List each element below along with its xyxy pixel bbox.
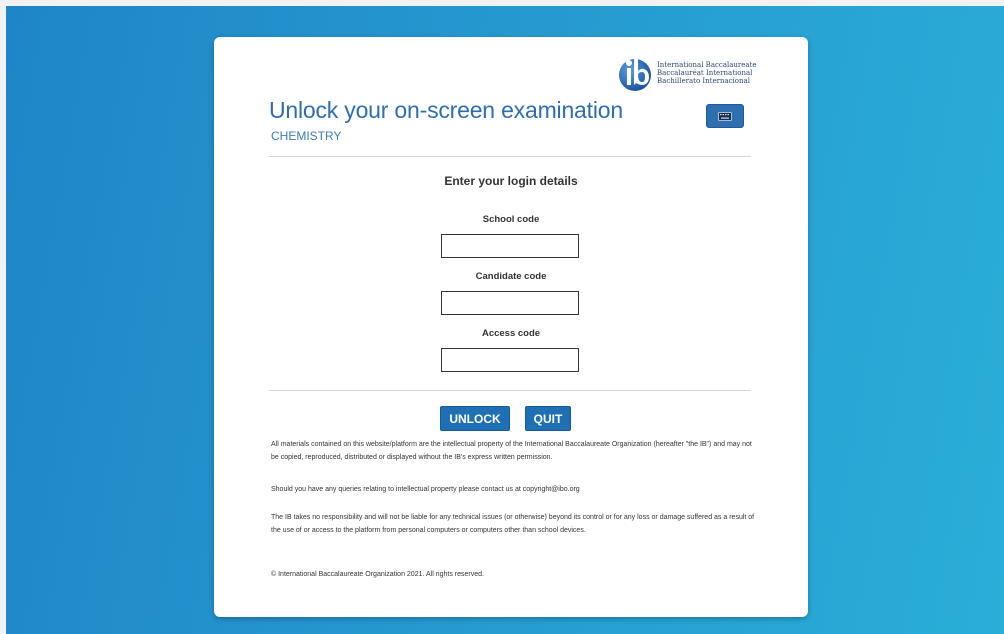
logo-line-1: International Baccalaureate — [657, 61, 757, 69]
login-heading: Enter your login details — [444, 174, 578, 188]
access-code-input[interactable] — [441, 348, 579, 372]
unlock-button[interactable]: UNLOCK — [440, 406, 510, 431]
copyright-notice: © International Baccalaureate Organizati… — [271, 571, 484, 578]
logo-line-3: Bachillerato Internacional — [657, 77, 750, 85]
ib-logo-text: International Baccalaureate Baccalauréat… — [657, 61, 757, 85]
school-code-label: School code — [482, 214, 540, 225]
keyboard-icon — [718, 111, 732, 121]
legal-paragraph-ip: All materials contained on this website/… — [271, 441, 752, 461]
access-code-label: Access code — [481, 328, 541, 339]
ib-logo: International Baccalaureate Baccalauréat… — [618, 55, 757, 97]
logo-line-2: Baccalauréat International — [657, 69, 753, 77]
legal-paragraph-liability: The IB takes no responsibility and will … — [271, 514, 755, 534]
candidate-code-input[interactable] — [441, 291, 579, 315]
keyboard-button[interactable] — [706, 104, 744, 128]
school-code-input[interactable] — [441, 234, 579, 258]
page-title: Unlock your on-screen examination — [269, 97, 623, 123]
quit-button[interactable]: QUIT — [525, 406, 571, 431]
header-divider — [269, 156, 751, 157]
ib-logo-icon — [619, 59, 651, 91]
subject-label: CHEMISTRY — [271, 129, 342, 143]
legal-paragraph-contact: Should you have any queries relating to … — [271, 486, 580, 493]
candidate-code-label: Candidate code — [475, 271, 547, 282]
login-card: International Baccalaureate Baccalauréat… — [214, 37, 808, 617]
form-divider — [269, 390, 751, 391]
